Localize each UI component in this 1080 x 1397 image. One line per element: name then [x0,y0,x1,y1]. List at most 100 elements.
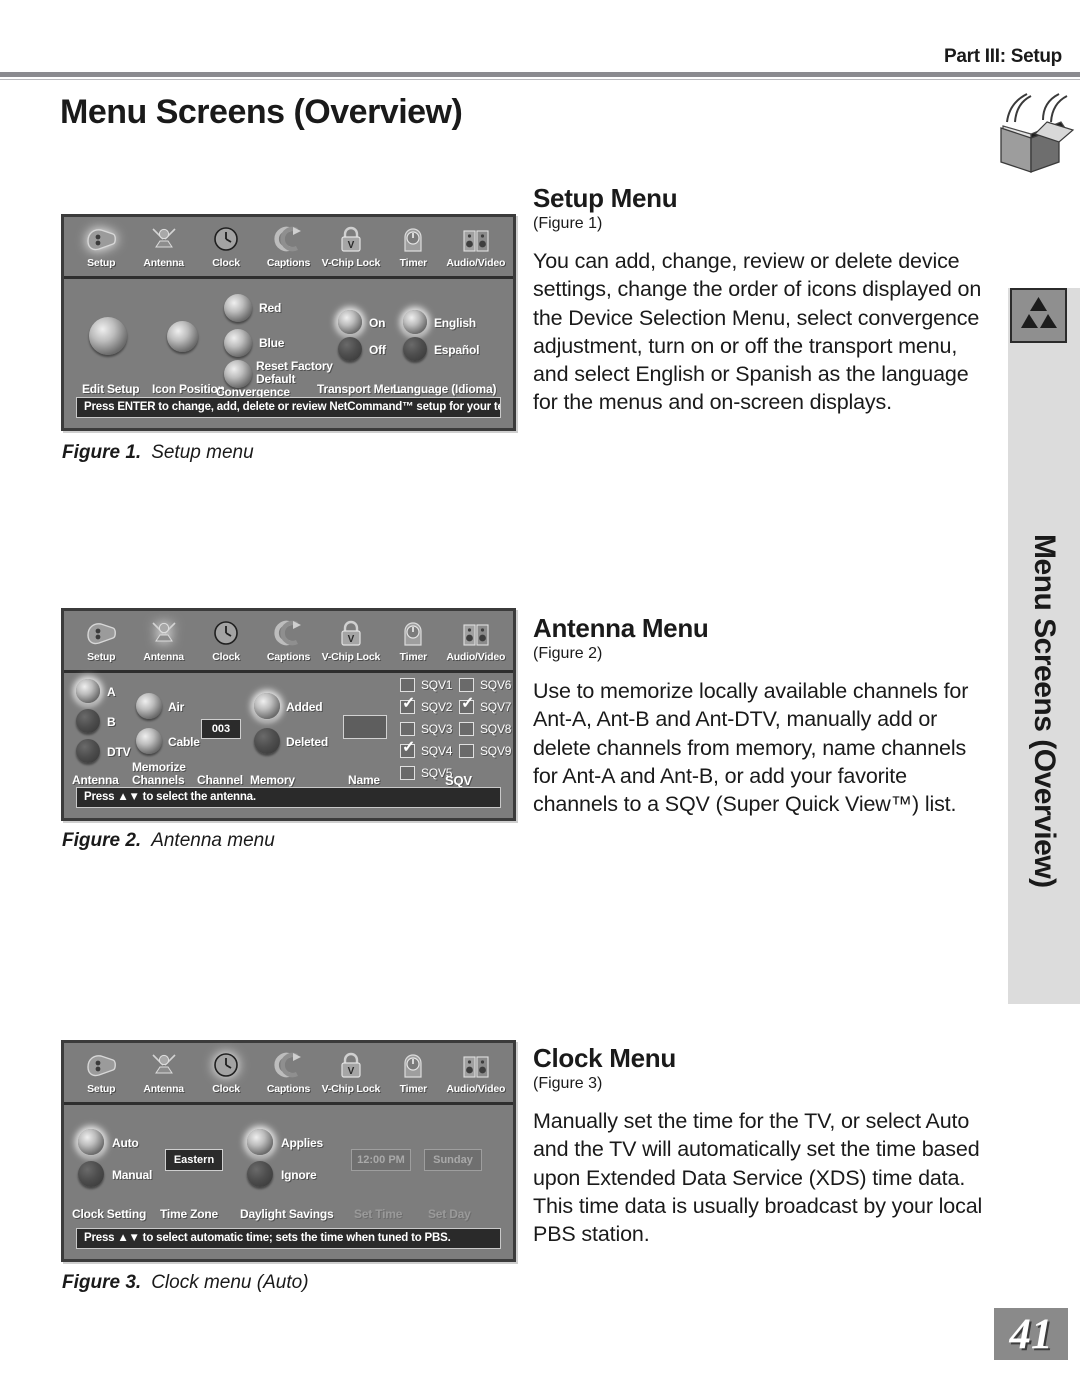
menu-item-audio-video[interactable]: Audio/Video [445,615,507,663]
menu-item-label: Captions [266,257,311,269]
figure-2-caption-label: Figure 2. [62,830,142,851]
check-icon: ✓ [461,695,475,712]
menu-item-clock[interactable]: Clock [195,1047,257,1095]
icon-position-knob[interactable] [167,321,198,352]
menu-item-vchip-lock[interactable]: V V-Chip Lock [320,1047,382,1095]
menu-item-captions[interactable]: Captions [257,221,319,269]
menu-item-setup[interactable]: Setup [70,1047,132,1095]
time-zone-label: Time Zone [160,1207,218,1221]
menu-item-label: Timer [399,257,428,269]
menu-item-clock[interactable]: Clock [195,615,257,663]
sqv6-checkbox[interactable] [459,678,474,692]
menu-item-timer[interactable]: Timer [382,1047,444,1095]
timer-icon [382,615,444,651]
memory-added-knob[interactable] [254,693,280,719]
antenna-dtv-knob[interactable] [76,739,100,763]
menu-item-setup[interactable]: Setup [70,615,132,663]
clock-setting-manual-knob[interactable] [78,1161,104,1187]
menu-item-setup[interactable]: Setup [70,221,132,269]
sqv1-checkbox[interactable] [400,678,415,692]
section-antenna-menu: Antenna Menu (Figure 2) Use to memorize … [533,613,995,818]
memorize-cable-knob[interactable] [136,728,162,754]
menu-item-vchip-lock[interactable]: V V-Chip Lock [320,615,382,663]
memorize-air-knob[interactable] [136,693,162,719]
check-icon: ✓ [402,695,416,712]
clock-setting-auto-knob[interactable] [78,1129,104,1155]
memory-deleted-knob[interactable] [254,728,280,754]
channel-field[interactable]: 003 [201,719,241,739]
convergence-reset-label: Reset Factory Default [256,359,333,386]
menu-item-clock[interactable]: Clock [195,221,257,269]
menu-item-timer[interactable]: Timer [382,615,444,663]
speakers-icon [445,615,507,651]
daylight-ignore-knob[interactable] [247,1161,273,1187]
convergence-blue-knob[interactable] [224,329,252,357]
language-espanol-knob[interactable] [403,337,427,361]
menu-item-captions[interactable]: Captions [257,615,319,663]
sqv8-checkbox[interactable] [459,722,474,736]
menu-item-vchip-lock[interactable]: V V-Chip Lock [320,221,382,269]
check-icon: ✓ [402,739,416,756]
name-field[interactable] [343,715,387,739]
transport-menu-on-knob[interactable] [338,310,362,334]
figure-3-status-bar: Press ▲▼ to select automatic time; sets … [76,1228,501,1249]
svg-text:V: V [348,634,355,645]
side-tab-vertical-title-text: Menu Screens (Overview) [1028,534,1061,888]
clock-icon [195,221,257,257]
sqv7-checkbox[interactable]: ✓ [459,696,474,714]
section-figure-reference: (Figure 3) [533,1075,603,1092]
section-setup-menu: Setup Menu (Figure 1) You can add, chang… [533,183,995,417]
convergence-red-knob[interactable] [224,294,252,322]
menu-item-label: Timer [399,1083,428,1095]
sqv6-label: SQV6 [480,678,512,692]
sqv5-checkbox[interactable] [400,766,415,780]
menu-item-label: V-Chip Lock [321,651,381,663]
menu-item-label: Clock [212,651,240,663]
menu-item-audio-video[interactable]: Audio/Video [445,221,507,269]
clock-icon [195,615,257,651]
side-tab-vertical-title: Menu Screens (Overview) [1008,288,1080,1004]
sqv7-label: SQV7 [480,700,512,714]
transport-menu-off-knob[interactable] [338,337,362,361]
menu-item-label: Timer [399,651,428,663]
menu-item-label: Setup [87,1083,116,1095]
menu-item-antenna[interactable]: Antenna [132,221,194,269]
antenna-a-knob[interactable] [76,679,100,703]
set-time-field[interactable]: 12:00 PM [351,1149,411,1171]
menu-icon-bar: Setup Antenna Clock Captions V V-Chip Lo… [64,611,513,673]
figure-2-body: A B DTV Antenna Air Cable Memorize Channe… [64,673,513,817]
icon-position-label: Icon Position [152,382,225,396]
transport-menu-label: Transport Menu [317,382,405,396]
set-day-field[interactable]: Sunday [424,1149,482,1171]
sqv3-checkbox[interactable] [400,722,415,736]
edit-setup-knob[interactable] [89,317,127,355]
menu-item-antenna[interactable]: Antenna [132,1047,194,1095]
figure-1-body: Edit Setup Icon Position Red Blue Reset … [64,279,513,427]
captions-icon [257,221,319,257]
section-heading: Setup Menu [533,183,678,213]
antenna-icon [132,221,194,257]
sqv4-checkbox[interactable]: ✓ [400,740,415,758]
padlock-icon: V [320,1047,382,1083]
menu-item-antenna[interactable]: Antenna [132,615,194,663]
menu-item-captions[interactable]: Captions [257,1047,319,1095]
menu-item-timer[interactable]: Timer [382,221,444,269]
antenna-b-knob[interactable] [76,709,100,733]
padlock-icon: V [320,221,382,257]
daylight-savings-label: Daylight Savings [240,1207,334,1221]
sqv9-checkbox[interactable] [459,744,474,758]
set-day-label: Set Day [428,1207,471,1221]
sqv2-checkbox[interactable]: ✓ [400,696,415,714]
antenna-icon [132,615,194,651]
convergence-reset-knob[interactable] [224,360,252,388]
menu-item-audio-video[interactable]: Audio/Video [445,1047,507,1095]
time-zone-field[interactable]: Eastern [165,1149,223,1171]
section-body-text: Use to memorize locally available channe… [533,679,969,817]
speakers-icon [445,1047,507,1083]
timer-icon [382,221,444,257]
svg-text:V: V [348,240,355,251]
memory-added-label: Added [286,700,323,714]
daylight-applies-knob[interactable] [247,1129,273,1155]
figure-2-status-bar: Press ▲▼ to select the antenna. [76,787,501,808]
language-english-knob[interactable] [403,310,427,334]
